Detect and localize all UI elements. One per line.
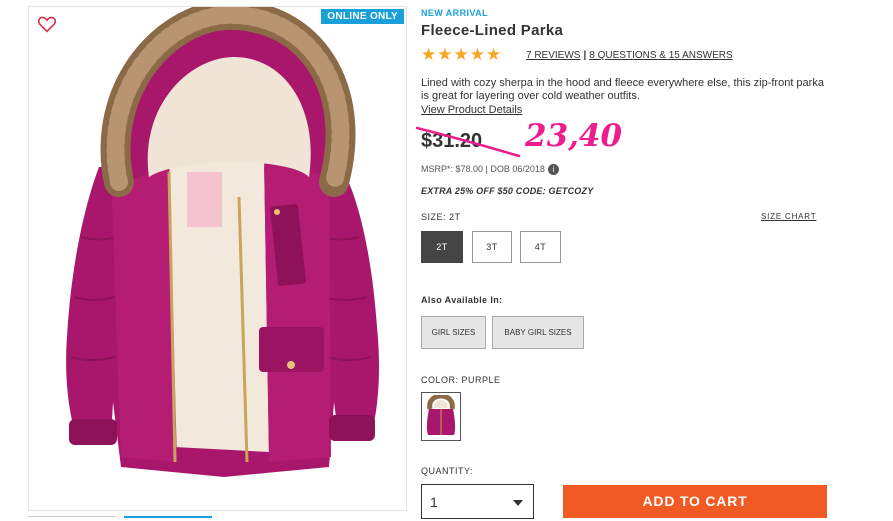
thumbnail-2[interactable]: [124, 516, 212, 521]
swatch-parka-icon: [426, 393, 456, 435]
color-label-text: COLOR:: [421, 375, 459, 385]
handwritten-price: 23,40: [525, 118, 623, 154]
color-swatch-purple[interactable]: [421, 392, 461, 441]
reviews-row: 7 REVIEWS | 8 QUESTIONS & 15 ANSWERS: [526, 50, 733, 61]
color-label: COLOR: PURPLE: [421, 375, 501, 385]
product-title: Fleece-Lined Parka: [421, 22, 564, 39]
info-icon[interactable]: i: [547, 164, 559, 176]
baby-girl-sizes-button[interactable]: BABY GIRL SIZES: [492, 316, 584, 349]
promo-text: EXTRA 25% OFF $50 CODE: GETCOZY: [421, 186, 594, 196]
star-rating[interactable]: ★★★★★: [421, 45, 502, 65]
quantity-label: QUANTITY:: [421, 466, 474, 476]
also-available-label: Also Available In:: [421, 295, 503, 305]
product-image-panel[interactable]: ONLINE ONLY: [28, 6, 407, 511]
size-label: SIZE: 2T: [421, 212, 461, 222]
chevron-down-icon: [513, 500, 523, 506]
thumbnail-strip: [28, 516, 407, 521]
view-product-details-link[interactable]: View Product Details: [421, 104, 522, 116]
product-description: Lined with cozy sherpa in the hood and f…: [421, 77, 824, 102]
color-selected: PURPLE: [461, 375, 501, 385]
msrp-text: MSRP*: $78.00 | DOB 06/2018 i: [421, 164, 559, 176]
reviews-separator: |: [583, 50, 587, 61]
sale-price: $31.20: [421, 130, 483, 152]
new-arrival-tag: NEW ARRIVAL: [421, 8, 488, 18]
size-option-3t[interactable]: 3T: [472, 231, 512, 263]
reviews-link[interactable]: 7 REVIEWS: [526, 50, 580, 61]
size-chart-link[interactable]: SIZE CHART: [761, 212, 816, 221]
size-selected: 2T: [449, 212, 461, 222]
msrp-value: MSRP*: $78.00 | DOB 06/2018: [421, 164, 545, 174]
quantity-select[interactable]: 1: [421, 484, 534, 519]
size-option-4t[interactable]: 4T: [520, 231, 561, 263]
questions-link[interactable]: 8 QUESTIONS & 15 ANSWERS: [589, 50, 732, 61]
add-to-cart-button[interactable]: ADD TO CART: [563, 485, 827, 518]
girl-sizes-button[interactable]: GIRL SIZES: [421, 316, 486, 349]
quantity-value: 1: [430, 494, 438, 510]
size-option-2t[interactable]: 2T: [421, 231, 463, 263]
size-label-text: SIZE:: [421, 212, 447, 222]
parka-product-image: [66, 7, 379, 477]
thumbnail-1[interactable]: [28, 516, 116, 521]
